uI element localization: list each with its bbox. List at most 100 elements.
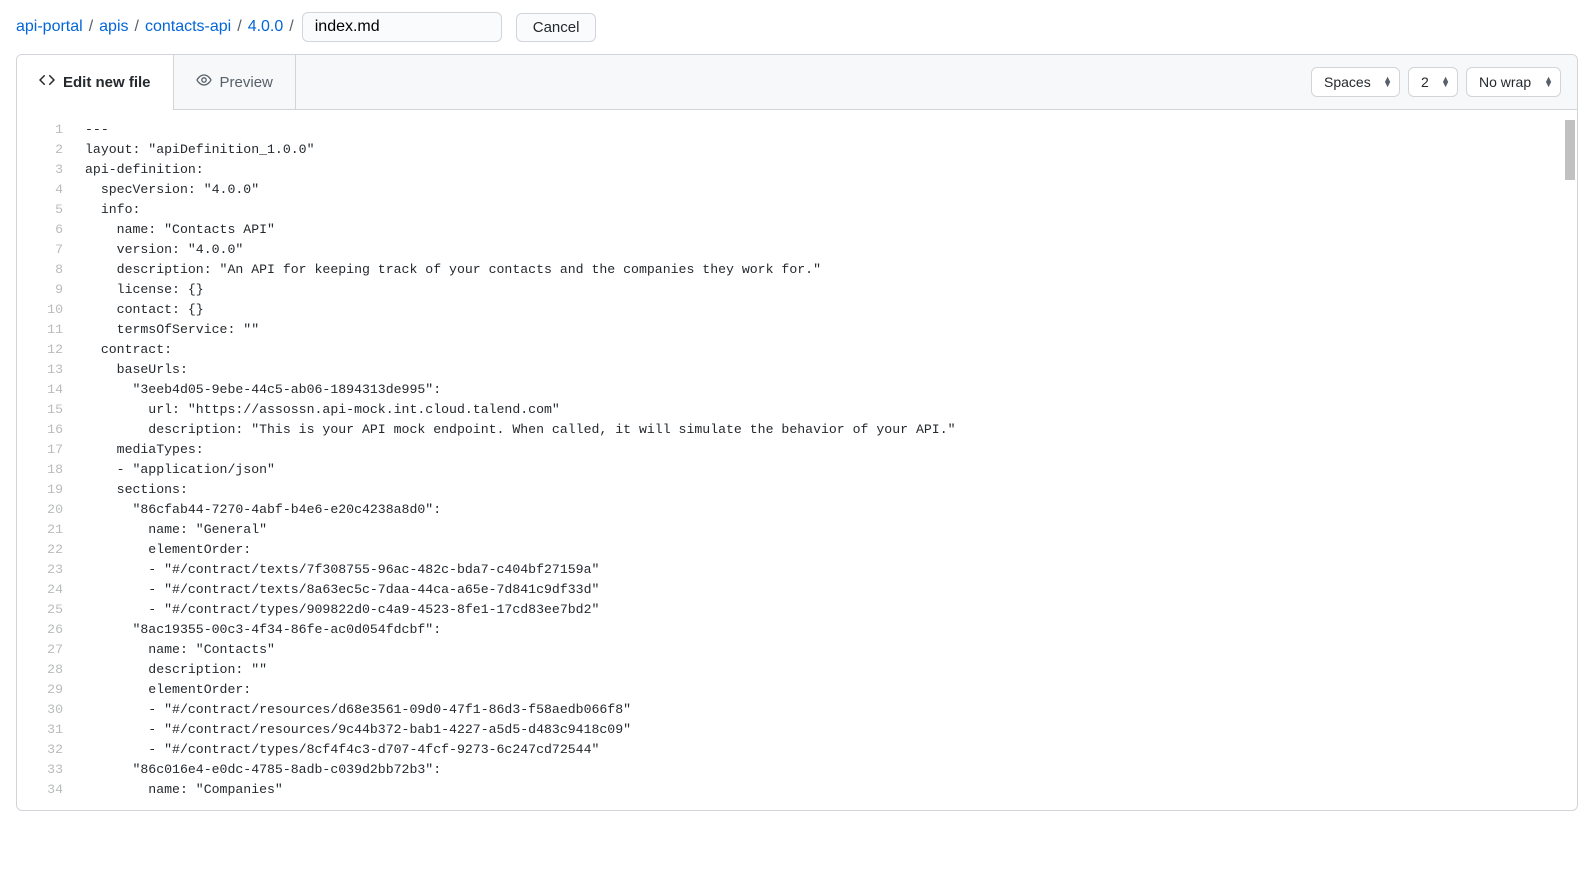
line-number: 32	[17, 740, 69, 760]
code-line[interactable]: name: "Contacts"	[85, 640, 1577, 660]
line-number: 26	[17, 620, 69, 640]
code-line[interactable]: - "#/contract/texts/7f308755-96ac-482c-b…	[85, 560, 1577, 580]
code-line[interactable]: description: "An API for keeping track o…	[85, 260, 1577, 280]
code-line[interactable]: contact: {}	[85, 300, 1577, 320]
breadcrumb-link-version[interactable]: 4.0.0	[248, 18, 284, 36]
line-number: 8	[17, 260, 69, 280]
line-number: 33	[17, 760, 69, 780]
line-number: 2	[17, 140, 69, 160]
line-number-gutter: 1234567891011121314151617181920212223242…	[17, 110, 79, 810]
code-icon	[39, 72, 55, 92]
line-number: 12	[17, 340, 69, 360]
filename-input[interactable]	[302, 12, 502, 42]
code-line[interactable]: "8ac19355-00c3-4f34-86fe-ac0d054fdcbf":	[85, 620, 1577, 640]
code-line[interactable]: license: {}	[85, 280, 1577, 300]
indent-size-select[interactable]: 2	[1408, 67, 1458, 97]
cancel-button[interactable]: Cancel	[516, 13, 597, 42]
tab-edit-new-file[interactable]: Edit new file	[17, 55, 174, 109]
code-line[interactable]: - "#/contract/types/909822d0-c4a9-4523-8…	[85, 600, 1577, 620]
line-number: 15	[17, 400, 69, 420]
eye-icon	[196, 72, 212, 92]
line-number: 11	[17, 320, 69, 340]
line-number: 24	[17, 580, 69, 600]
code-editor[interactable]: 1234567891011121314151617181920212223242…	[17, 110, 1577, 810]
line-number: 16	[17, 420, 69, 440]
tab-edit-label: Edit new file	[63, 74, 151, 91]
line-number: 20	[17, 500, 69, 520]
code-line[interactable]: description: "This is your API mock endp…	[85, 420, 1577, 440]
indent-mode-select-wrap: Spaces ▲▼	[1311, 67, 1400, 97]
indent-mode-select[interactable]: Spaces	[1311, 67, 1400, 97]
line-number: 10	[17, 300, 69, 320]
line-number: 25	[17, 600, 69, 620]
code-line[interactable]: elementOrder:	[85, 540, 1577, 560]
line-number: 17	[17, 440, 69, 460]
top-bar: api-portal / apis / contacts-api / 4.0.0…	[0, 0, 1594, 54]
file-header: Edit new file Preview Spaces ▲▼ 2 ▲▼	[17, 55, 1577, 110]
line-number: 18	[17, 460, 69, 480]
code-line[interactable]: name: "Contacts API"	[85, 220, 1577, 240]
scrollbar-track[interactable]	[1561, 110, 1577, 810]
wrap-mode-select-wrap: No wrap ▲▼	[1466, 67, 1561, 97]
line-number: 13	[17, 360, 69, 380]
breadcrumb-separator: /	[135, 18, 139, 36]
line-number: 23	[17, 560, 69, 580]
code-line[interactable]: "86cfab44-7270-4abf-b4e6-e20c4238a8d0":	[85, 500, 1577, 520]
breadcrumb-separator: /	[289, 18, 293, 36]
line-number: 5	[17, 200, 69, 220]
tab-preview[interactable]: Preview	[174, 55, 296, 109]
line-number: 28	[17, 660, 69, 680]
code-line[interactable]: description: ""	[85, 660, 1577, 680]
file-editor-panel: Edit new file Preview Spaces ▲▼ 2 ▲▼	[16, 54, 1578, 811]
code-line[interactable]: name: "General"	[85, 520, 1577, 540]
code-line[interactable]: "86c016e4-e0dc-4785-8adb-c039d2bb72b3":	[85, 760, 1577, 780]
breadcrumb-link-contacts-api[interactable]: contacts-api	[145, 18, 231, 36]
line-number: 6	[17, 220, 69, 240]
code-line[interactable]: termsOfService: ""	[85, 320, 1577, 340]
code-line[interactable]: layout: "apiDefinition_1.0.0"	[85, 140, 1577, 160]
code-line[interactable]: "3eeb4d05-9ebe-44c5-ab06-1894313de995":	[85, 380, 1577, 400]
code-line[interactable]: api-definition:	[85, 160, 1577, 180]
code-content[interactable]: ---layout: "apiDefinition_1.0.0"api-defi…	[79, 110, 1577, 810]
line-number: 31	[17, 720, 69, 740]
line-number: 21	[17, 520, 69, 540]
line-number: 1	[17, 120, 69, 140]
breadcrumb: api-portal / apis / contacts-api / 4.0.0…	[16, 18, 294, 36]
wrap-mode-select[interactable]: No wrap	[1466, 67, 1561, 97]
code-line[interactable]: baseUrls:	[85, 360, 1577, 380]
code-line[interactable]: name: "Companies"	[85, 780, 1577, 800]
line-number: 34	[17, 780, 69, 800]
breadcrumb-separator: /	[89, 18, 93, 36]
tabs: Edit new file Preview	[17, 55, 296, 109]
code-line[interactable]: - "#/contract/resources/9c44b372-bab1-42…	[85, 720, 1577, 740]
line-number: 22	[17, 540, 69, 560]
code-line[interactable]: mediaTypes:	[85, 440, 1577, 460]
breadcrumb-link-apis[interactable]: apis	[99, 18, 128, 36]
code-line[interactable]: url: "https://assossn.api-mock.int.cloud…	[85, 400, 1577, 420]
breadcrumb-link-root[interactable]: api-portal	[16, 18, 83, 36]
line-number: 19	[17, 480, 69, 500]
code-line[interactable]: info:	[85, 200, 1577, 220]
tab-preview-label: Preview	[220, 74, 273, 91]
line-number: 14	[17, 380, 69, 400]
code-line[interactable]: - "#/contract/resources/d68e3561-09d0-47…	[85, 700, 1577, 720]
code-line[interactable]: elementOrder:	[85, 680, 1577, 700]
code-line[interactable]: sections:	[85, 480, 1577, 500]
indent-size-select-wrap: 2 ▲▼	[1408, 67, 1458, 97]
line-number: 4	[17, 180, 69, 200]
code-line[interactable]: - "#/contract/texts/8a63ec5c-7daa-44ca-a…	[85, 580, 1577, 600]
line-number: 3	[17, 160, 69, 180]
editor-options: Spaces ▲▼ 2 ▲▼ No wrap ▲▼	[1311, 67, 1577, 97]
code-line[interactable]: specVersion: "4.0.0"	[85, 180, 1577, 200]
code-line[interactable]: ---	[85, 120, 1577, 140]
code-line[interactable]: version: "4.0.0"	[85, 240, 1577, 260]
code-line[interactable]: - "#/contract/types/8cf4f4c3-d707-4fcf-9…	[85, 740, 1577, 760]
line-number: 27	[17, 640, 69, 660]
breadcrumb-separator: /	[237, 18, 241, 36]
line-number: 7	[17, 240, 69, 260]
line-number: 30	[17, 700, 69, 720]
code-line[interactable]: contract:	[85, 340, 1577, 360]
scrollbar-thumb[interactable]	[1565, 120, 1575, 180]
line-number: 29	[17, 680, 69, 700]
code-line[interactable]: - "application/json"	[85, 460, 1577, 480]
